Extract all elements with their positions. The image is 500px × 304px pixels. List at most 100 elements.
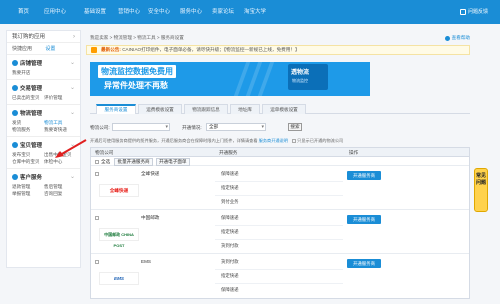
feedback-link[interactable]: 问题反馈 bbox=[459, 8, 488, 15]
feedback-icon bbox=[459, 8, 466, 15]
tip-line: 开通后可使用服务商提供的揽件服务，开通后服务商会在保障时限内上门揽件，详情请查看… bbox=[90, 138, 344, 143]
faq-float-button[interactable]: 常见问题 bbox=[474, 168, 488, 212]
sidebar-link-ship[interactable]: 发货 bbox=[12, 119, 44, 126]
quick-apps: 快捷应用 设置 bbox=[7, 43, 80, 55]
nav-home[interactable]: 首页 bbox=[18, 0, 29, 24]
carrier-select[interactable]: ▾ bbox=[112, 123, 170, 131]
divider bbox=[215, 283, 343, 284]
announcement-bar: 最新公告: CAINIAO打印组件，电子面单必备，请尽快升级；【物流监控—新规已… bbox=[86, 45, 470, 55]
breadcrumb: 我是卖家 > 物流管理 > 物流工具 > 服务商设置 bbox=[90, 35, 184, 40]
sidebar-link-reviews[interactable]: 评价管理 bbox=[44, 94, 76, 101]
sidebar-link-inquiry-reply[interactable]: 咨询回复 bbox=[44, 190, 76, 197]
main-content: 我是卖家 > 物流管理 > 物流工具 > 服务商设置 查看帮助 最新公告: CA… bbox=[86, 30, 470, 304]
select-all-checkbox[interactable] bbox=[95, 159, 99, 164]
carrier-name: EMS bbox=[141, 259, 151, 264]
carrier-logo: 中国邮政 CHINA POST bbox=[99, 228, 139, 248]
sidebar-link-publish-item[interactable]: 发布宝贝 bbox=[12, 151, 44, 158]
banner-subline: 异常件处理不再愁 bbox=[104, 81, 168, 90]
shop-icon bbox=[12, 60, 18, 66]
customer-icon bbox=[12, 174, 18, 180]
chevron-down-icon: ▾ bbox=[261, 124, 264, 130]
sidebar-section-customer: 客户服务 ⌄ 退款管理 售后管理 举报管理 咨询回复 bbox=[12, 173, 76, 197]
item-icon bbox=[12, 142, 18, 148]
row-checkbox[interactable] bbox=[95, 172, 99, 176]
carrier-logo: EMS bbox=[99, 272, 139, 285]
open-carrier-button[interactable]: 开通服务商 bbox=[347, 259, 381, 268]
service-item: 货到付款 bbox=[221, 243, 239, 248]
sidebar-link-logistics-service[interactable]: 物流服务 bbox=[12, 126, 44, 133]
service-item: 指定快递 bbox=[221, 273, 239, 278]
divider bbox=[215, 181, 343, 182]
nav-app-center[interactable]: 应用中心 bbox=[44, 0, 66, 24]
help-link[interactable]: 查看帮助 bbox=[444, 35, 470, 41]
row-checkbox[interactable] bbox=[95, 260, 99, 264]
top-navigation: 首页 应用中心 基础设置 营销中心 安全中心 服务中心 卖家论坛 淘宝大学 问题… bbox=[0, 0, 500, 24]
sidebar-link-reports[interactable]: 举报管理 bbox=[12, 190, 44, 197]
banner-logo: 透物流 物流监控 bbox=[288, 64, 328, 90]
search-button[interactable]: 搜索 bbox=[288, 123, 302, 131]
banner-headline: 物流监控数据免费用 bbox=[98, 65, 176, 78]
chevron-down-icon[interactable]: ⌄ bbox=[70, 59, 75, 66]
quick-apps-settings-link[interactable]: 设置 bbox=[45, 46, 55, 52]
only-opened-toggle[interactable]: 只显示已开通的物流公司 bbox=[292, 138, 343, 143]
annotation-arrow bbox=[55, 139, 87, 158]
chevron-down-icon[interactable]: ⌄ bbox=[70, 109, 75, 116]
nav-university[interactable]: 淘宝大学 bbox=[244, 0, 266, 24]
sidebar-section-logistics: 物流管理 ⌄ 发货 物流工具 物流服务 我要寄快递 bbox=[7, 105, 80, 137]
announcement-icon bbox=[91, 47, 97, 53]
divider bbox=[215, 225, 343, 226]
trade-icon bbox=[12, 85, 18, 91]
service-item: 指定快递 bbox=[221, 185, 239, 190]
my-apps-header[interactable]: 我订购的应用 › bbox=[7, 31, 80, 43]
sidebar-link-send-express[interactable]: 我要寄快递 bbox=[44, 126, 76, 133]
sidebar-link-in-warehouse[interactable]: 仓库中的宝贝 bbox=[12, 158, 44, 165]
bulk-actions: 全选 批量开通服务商 开通电子面单 bbox=[91, 157, 469, 166]
carrier-logo: 全峰快递 bbox=[99, 184, 139, 197]
chevron-right-icon: › bbox=[73, 34, 75, 40]
table-row: EMS EMS 货到付款 指定快递 保障速递 开通服务商 bbox=[91, 254, 469, 298]
nav-forum[interactable]: 卖家论坛 bbox=[212, 0, 234, 24]
sidebar-link-open-shop[interactable]: 我要开店 bbox=[12, 69, 44, 76]
truck-icon bbox=[12, 110, 18, 116]
promo-banner[interactable]: 物流监控数据免费用 异常件处理不再愁 透物流 物流监控 bbox=[90, 62, 370, 96]
sidebar-link-refunds[interactable]: 退款管理 bbox=[12, 183, 44, 190]
tab-tracking-info[interactable]: 物流跟踪信息 bbox=[184, 104, 228, 114]
service-item: 保障速递 bbox=[221, 215, 239, 220]
sidebar-section-shop: 店铺管理 ⌄ 我要开店 bbox=[7, 55, 80, 80]
announcement-text[interactable]: CAINIAO打印组件，电子面单必备，请尽快升级；【物流监控—新规已上线，免费用… bbox=[122, 47, 299, 52]
chevron-down-icon[interactable]: ⌄ bbox=[70, 173, 75, 180]
settings-tabs: 服务商设置 运费模板设置 物流跟踪信息 地址库 运单模板设置 bbox=[90, 104, 470, 114]
status-select[interactable]: 全部 ▾ bbox=[206, 123, 266, 131]
open-carrier-button[interactable]: 开通服务商 bbox=[347, 215, 381, 224]
service-item: 保障速递 bbox=[221, 171, 239, 176]
table-row: 全峰快递 全峰快递 保障速递 指定快递 到付业务 开通服务商 bbox=[91, 166, 469, 210]
row-checkbox[interactable] bbox=[95, 216, 99, 220]
nav-service[interactable]: 服务中心 bbox=[180, 0, 202, 24]
divider bbox=[215, 269, 343, 270]
tab-waybill-template[interactable]: 运单模板设置 bbox=[262, 104, 306, 114]
service-item: 指定快递 bbox=[221, 229, 239, 234]
chevron-down-icon: ▾ bbox=[165, 124, 168, 130]
carrier-name: 全峰快递 bbox=[141, 171, 160, 176]
tab-address-book[interactable]: 地址库 bbox=[230, 104, 260, 114]
tab-shipping-template[interactable]: 运费模板设置 bbox=[138, 104, 182, 114]
service-item: 到付业务 bbox=[221, 199, 239, 204]
nav-security[interactable]: 安全中心 bbox=[148, 0, 170, 24]
nav-basic-settings[interactable]: 基础设置 bbox=[84, 0, 106, 24]
table-header: 物流公司 开通服务 操作 bbox=[91, 148, 469, 157]
divider bbox=[215, 239, 343, 240]
nav-marketing[interactable]: 营销中心 bbox=[118, 0, 140, 24]
sidebar-link-after-sales[interactable]: 售后管理 bbox=[44, 183, 76, 190]
open-carrier-button[interactable]: 开通服务商 bbox=[347, 171, 381, 180]
checkbox[interactable] bbox=[292, 138, 297, 143]
bulk-ewaybill-button[interactable]: 开通电子面单 bbox=[155, 158, 190, 166]
bulk-open-button[interactable]: 批量开通服务商 bbox=[114, 158, 153, 166]
service-item: 保障速递 bbox=[221, 287, 239, 292]
chevron-down-icon[interactable]: ⌄ bbox=[70, 84, 75, 91]
tab-carrier-settings[interactable]: 服务商设置 bbox=[96, 104, 136, 114]
sidebar-link-logistics-tools[interactable]: 物流工具 bbox=[44, 119, 76, 126]
sidebar-link-sold-items[interactable]: 已卖出的宝贝 bbox=[12, 94, 44, 101]
filter-bar: 物流公司: ▾ 开通情况: 全部 ▾ 搜索 bbox=[90, 122, 470, 134]
divider bbox=[215, 195, 343, 196]
tip-help-link[interactable]: 服务商开通说明 bbox=[259, 138, 288, 143]
